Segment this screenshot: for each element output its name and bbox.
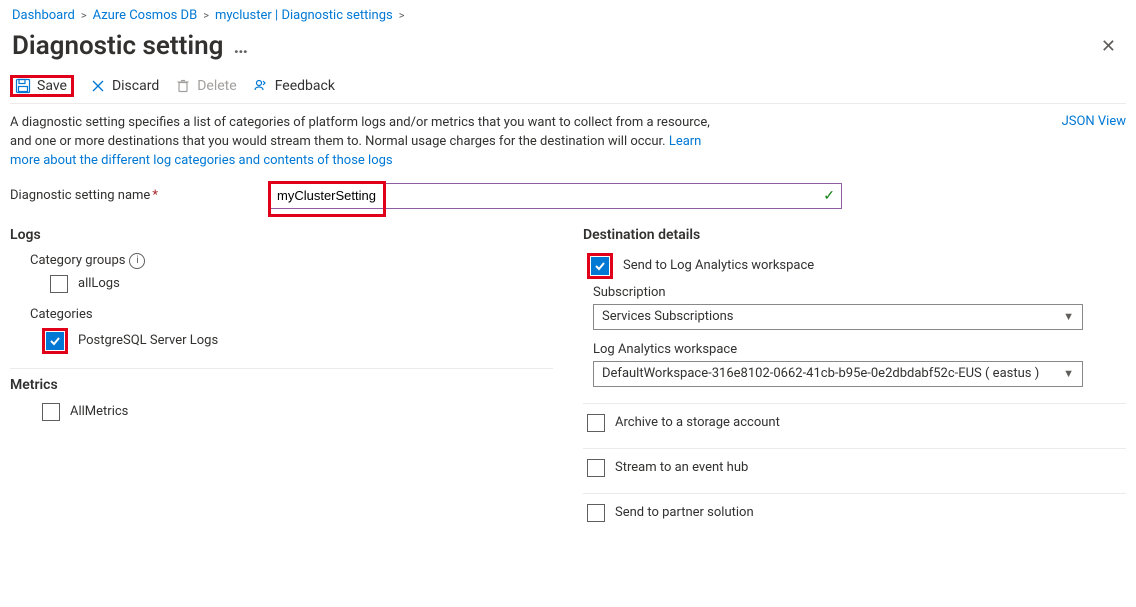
logs-heading: Logs xyxy=(10,227,553,243)
chevron-down-icon: ▼ xyxy=(1063,310,1074,323)
json-view-link[interactable]: JSON View xyxy=(1062,114,1126,171)
subscription-value: Services Subscriptions xyxy=(602,309,734,324)
categories-label: Categories xyxy=(10,307,553,322)
destination-details-heading: Destination details xyxy=(583,227,1126,243)
workspace-label: Log Analytics workspace xyxy=(593,342,1083,357)
description-text: A diagnostic setting specifies a list of… xyxy=(10,114,730,171)
discard-button[interactable]: Discard xyxy=(90,78,159,94)
partner-solution-label: Send to partner solution xyxy=(615,505,754,520)
stream-eventhub-checkbox[interactable] xyxy=(587,459,605,477)
stream-eventhub-label: Stream to an event hub xyxy=(615,460,748,475)
valid-check-icon: ✓ xyxy=(823,188,835,204)
chevron-right-icon: > xyxy=(203,9,209,22)
trash-icon xyxy=(175,78,191,94)
chevron-right-icon: > xyxy=(399,9,405,22)
alllogs-checkbox[interactable] xyxy=(50,275,68,293)
category-groups-label: Category groups i xyxy=(30,253,553,269)
setting-name-label: Diagnostic setting name* xyxy=(10,188,260,203)
more-icon[interactable]: … xyxy=(233,34,249,58)
setting-name-input-wrap: ✓ xyxy=(270,183,842,209)
send-log-analytics-checkbox[interactable] xyxy=(591,257,609,275)
discard-icon xyxy=(90,78,106,94)
allmetrics-checkbox[interactable] xyxy=(42,403,60,421)
chevron-right-icon: > xyxy=(81,9,87,22)
feedback-button[interactable]: Feedback xyxy=(253,78,335,94)
chevron-down-icon: ▼ xyxy=(1063,367,1074,380)
workspace-select[interactable]: DefaultWorkspace-316e8102-0662-41cb-b95e… xyxy=(593,361,1083,387)
save-button[interactable]: Save xyxy=(15,78,67,94)
metrics-heading: Metrics xyxy=(10,377,553,393)
close-icon[interactable]: ✕ xyxy=(1093,32,1124,61)
save-label: Save xyxy=(37,78,67,94)
alllogs-label: allLogs xyxy=(78,276,120,291)
workspace-value: DefaultWorkspace-316e8102-0662-41cb-b95e… xyxy=(602,366,1039,381)
subscription-select[interactable]: Services Subscriptions ▼ xyxy=(593,304,1083,330)
send-log-analytics-label: Send to Log Analytics workspace xyxy=(623,258,814,273)
page-title: Diagnostic setting xyxy=(12,31,223,61)
breadcrumb: Dashboard > Azure Cosmos DB > mycluster … xyxy=(10,8,1126,29)
toolbar: Save Discard Delete Feedback xyxy=(10,71,1126,104)
partner-solution-checkbox[interactable] xyxy=(587,504,605,522)
subscription-label: Subscription xyxy=(593,285,1083,300)
postgresql-logs-label: PostgreSQL Server Logs xyxy=(78,333,218,348)
allmetrics-label: AllMetrics xyxy=(70,404,128,419)
archive-storage-label: Archive to a storage account xyxy=(615,415,780,430)
info-icon[interactable]: i xyxy=(129,253,145,269)
breadcrumb-item[interactable]: mycluster | Diagnostic settings xyxy=(215,8,393,23)
breadcrumb-item[interactable]: Dashboard xyxy=(12,8,75,23)
feedback-icon xyxy=(253,78,269,94)
archive-storage-checkbox[interactable] xyxy=(587,414,605,432)
setting-name-input[interactable] xyxy=(271,185,825,206)
postgresql-logs-checkbox[interactable] xyxy=(46,332,64,350)
delete-label: Delete xyxy=(197,78,236,94)
feedback-label: Feedback xyxy=(275,78,335,94)
breadcrumb-item[interactable]: Azure Cosmos DB xyxy=(93,8,198,23)
delete-button: Delete xyxy=(175,78,236,94)
discard-label: Discard xyxy=(112,78,159,94)
save-icon xyxy=(15,78,31,94)
